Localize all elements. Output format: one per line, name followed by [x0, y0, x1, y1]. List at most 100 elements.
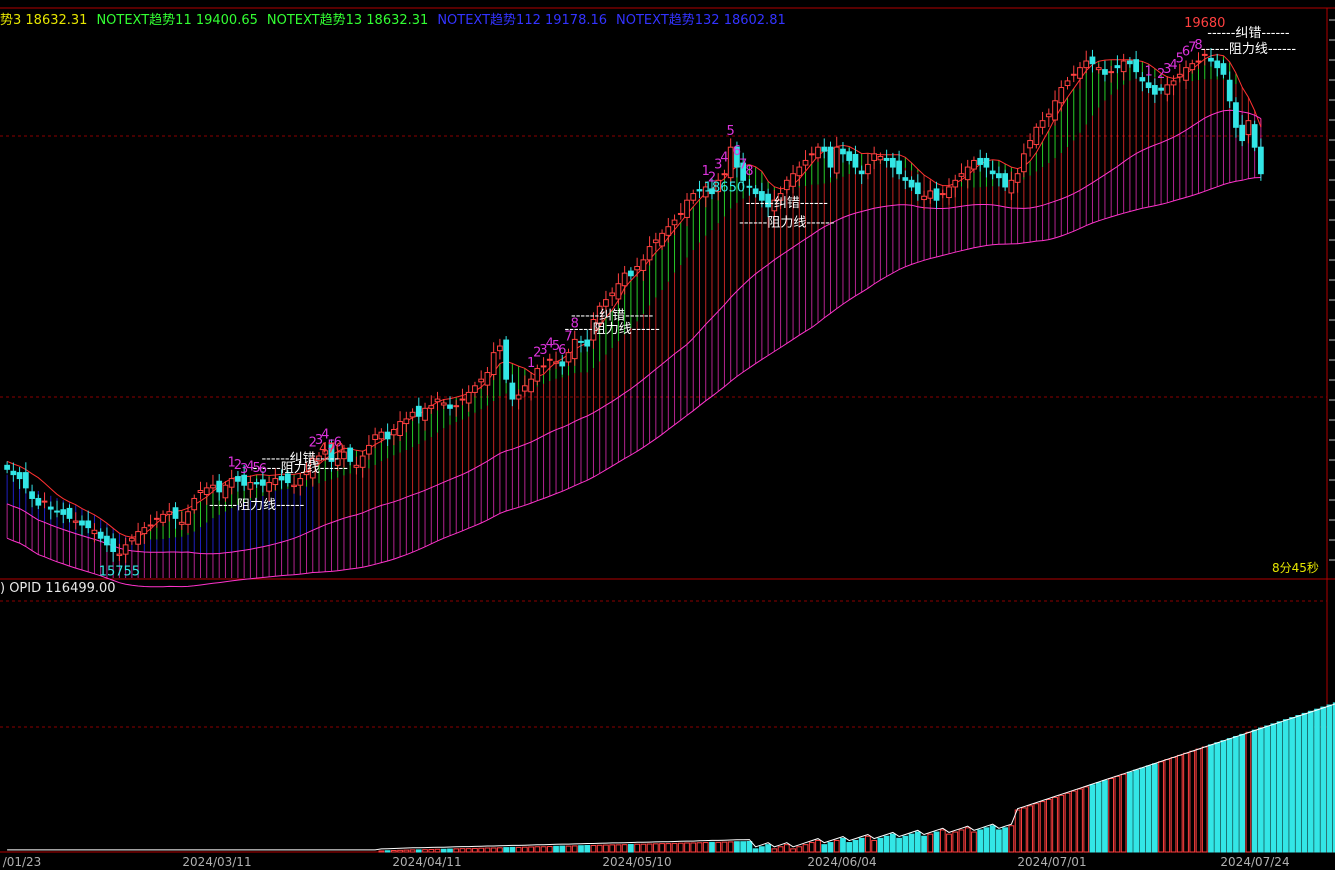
countdown-timer: 8分45秒: [1272, 561, 1319, 575]
opid-bar: [1326, 704, 1333, 853]
candle-body: [927, 190, 934, 199]
candle-body: [615, 283, 622, 300]
candle-body: [983, 157, 990, 168]
candle-body: [1083, 60, 1090, 69]
candle-body: [440, 402, 447, 406]
price-extreme-label: 15755: [99, 564, 140, 579]
opid-bar: [1270, 723, 1277, 853]
candle-body: [971, 159, 977, 170]
opid-bar: [1264, 725, 1270, 853]
candle-body: [1195, 60, 1202, 63]
candle-body: [652, 239, 659, 244]
candle-body: [989, 170, 996, 175]
opid-bar: [1014, 809, 1021, 853]
candle-body: [815, 146, 821, 159]
sequence-mark: 4: [720, 151, 728, 166]
annotation-label: ------阻力线------: [739, 216, 835, 231]
candle-body: [422, 407, 428, 421]
opid-bar: [440, 848, 447, 853]
opid-bar: [1258, 727, 1264, 853]
candle-body: [1070, 73, 1077, 76]
candle-body: [4, 464, 10, 470]
opid-bar: [821, 844, 828, 853]
price-extreme-label: 470: [319, 442, 344, 457]
candle-body: [397, 421, 403, 436]
opid-bar: [914, 831, 921, 853]
candle-body: [191, 497, 198, 511]
candle-body: [203, 487, 210, 495]
opid-bar: [534, 846, 541, 853]
candle-body: [659, 232, 665, 247]
opid-bar: [1289, 717, 1295, 853]
candle-body: [1233, 102, 1239, 128]
candle-body: [135, 531, 141, 545]
candle-body: [1045, 113, 1052, 118]
opid-bar: [484, 847, 491, 853]
candle-body: [696, 189, 703, 192]
candle-body: [1145, 82, 1152, 89]
annotation-label: ------纠错------: [746, 196, 829, 211]
candle-body: [291, 484, 297, 488]
sequence-mark: 6: [558, 343, 566, 358]
candle-body: [41, 500, 48, 503]
candle-body: [172, 507, 179, 519]
opid-bar: [1239, 733, 1246, 853]
opid-bar: [509, 846, 516, 853]
opid-bar: [671, 842, 678, 853]
candle-body: [434, 398, 441, 403]
price-extreme-label: 18650: [704, 181, 745, 196]
candle-body: [721, 173, 728, 176]
candle-body: [1151, 85, 1158, 95]
opid-bar: [1127, 771, 1133, 853]
opid-bar: [1226, 738, 1233, 853]
sequence-mark: 8: [745, 164, 753, 179]
candle-body: [10, 470, 17, 476]
candle-body: [553, 361, 559, 364]
opid-bar: [590, 844, 597, 853]
candle-body: [122, 544, 129, 555]
candle-body: [1189, 63, 1196, 71]
opid-bar: [1314, 708, 1320, 853]
opid-bar: [415, 849, 422, 853]
legend-item-trend3: 势3 18632.31: [0, 13, 88, 28]
candle-body: [646, 246, 653, 261]
candle-body: [621, 272, 628, 287]
opid-bar: [540, 846, 547, 853]
candle-body: [141, 527, 148, 535]
opid-bar: [877, 837, 884, 853]
opid-bar: [1120, 773, 1127, 853]
opid-bar: [752, 848, 759, 853]
candle-body: [509, 382, 516, 400]
candle-body: [958, 173, 965, 177]
candle-body: [1127, 60, 1133, 65]
candle-body: [497, 345, 503, 352]
candle-body: [160, 513, 166, 523]
candle-body: [1176, 73, 1183, 78]
opid-bar: [1233, 736, 1239, 853]
opid-bar: [1183, 752, 1189, 853]
candle-body: [1095, 67, 1102, 71]
candle-body: [690, 193, 697, 201]
opid-bar: [1220, 740, 1227, 853]
opid-bar: [1276, 721, 1283, 853]
candle-body: [216, 480, 223, 493]
opid-bar: [939, 829, 946, 853]
opid-bar: [802, 844, 809, 853]
candle-body: [634, 265, 640, 271]
candle-body: [297, 478, 304, 486]
opid-bar: [578, 845, 584, 853]
candle-body: [472, 385, 478, 393]
candle-body: [1226, 79, 1233, 102]
candle-body: [97, 531, 104, 539]
candle-body: [534, 368, 541, 382]
opid-bar: [1027, 805, 1033, 853]
candle-body: [671, 219, 678, 226]
opid-bar: [640, 843, 647, 853]
candle-body: [278, 476, 285, 481]
candle-body: [1058, 87, 1065, 104]
opid-bar: [790, 848, 796, 853]
opid-bar: [478, 847, 485, 853]
opid-bar: [989, 825, 996, 853]
candle-body: [484, 372, 491, 386]
opid-bar: [827, 842, 834, 853]
